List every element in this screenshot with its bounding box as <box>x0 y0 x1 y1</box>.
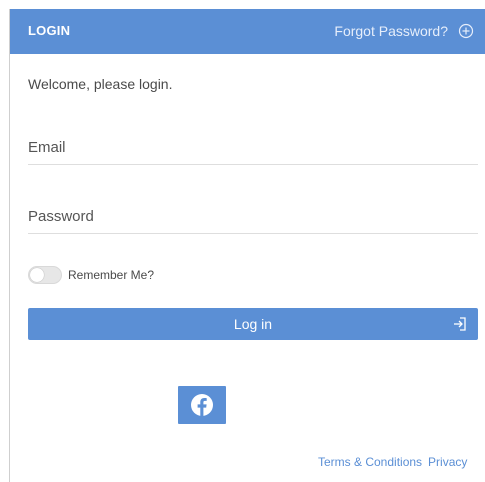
facebook-icon <box>191 394 213 416</box>
plus-circle-icon[interactable] <box>458 23 474 39</box>
toggle-knob <box>30 268 44 282</box>
header-title: LOGIN <box>28 23 71 38</box>
forgot-password-link[interactable]: Forgot Password? <box>334 23 448 39</box>
terms-link[interactable]: Terms & Conditions <box>318 455 422 469</box>
login-header: LOGIN Forgot Password? <box>10 9 485 54</box>
sign-in-icon <box>454 317 466 331</box>
footer-links: Terms & Conditions Privacy <box>318 455 473 469</box>
login-button[interactable]: Log in <box>28 308 478 340</box>
email-field[interactable] <box>28 133 478 165</box>
welcome-text: Welcome, please login. <box>28 76 173 92</box>
privacy-link[interactable]: Privacy <box>428 455 467 469</box>
password-field[interactable] <box>28 202 478 234</box>
remember-me-label[interactable]: Remember Me? <box>68 268 154 282</box>
login-card: LOGIN Forgot Password? Welcome, please l… <box>9 9 485 482</box>
remember-me-toggle[interactable] <box>28 266 62 284</box>
login-button-label: Log in <box>233 316 273 332</box>
facebook-login-button[interactable] <box>178 386 226 424</box>
